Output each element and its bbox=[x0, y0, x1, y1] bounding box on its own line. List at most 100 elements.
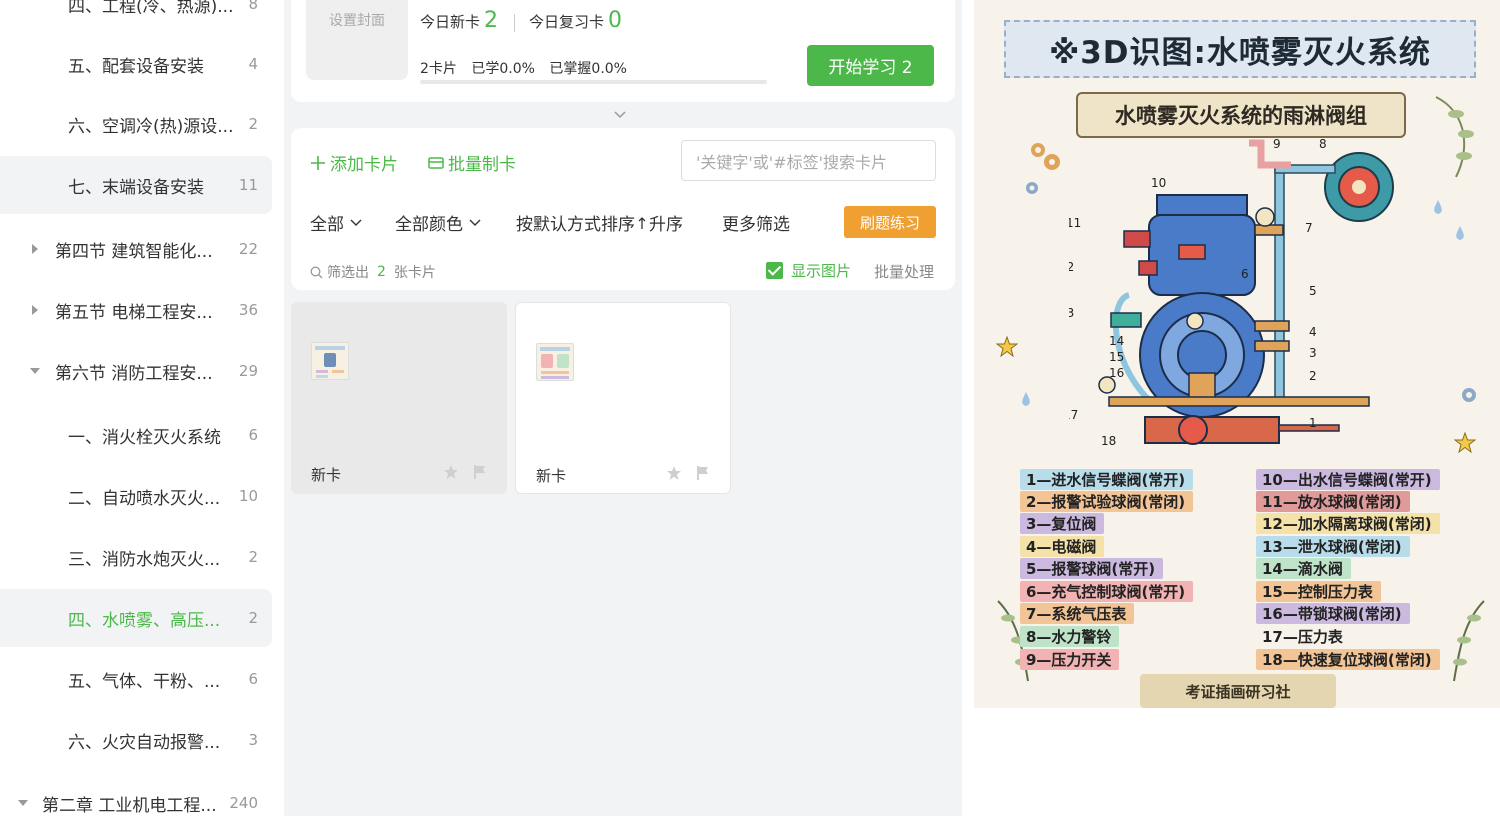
legend-item: 10—出水信号蝶阀(常开) bbox=[1256, 469, 1440, 490]
sidebar-item-section-5[interactable]: 第五节 电梯工程安... 36 bbox=[0, 281, 272, 339]
sidebar-item-count: 6 bbox=[248, 670, 258, 688]
sidebar-item-water-cannon[interactable]: 三、消防水炮灭火... 2 bbox=[0, 528, 272, 586]
card-search-input[interactable]: '关键字'或'#标签'搜索卡片 bbox=[681, 140, 936, 181]
card-image-preview[interactable]: ※3D识图:水喷雾灭火系统 水喷雾灭火系统的雨淋阀组 1 2 3 4 5 6 7… bbox=[974, 0, 1500, 708]
today-review-value: 0 bbox=[608, 8, 623, 33]
legend-item: 8—水力警铃 bbox=[1020, 626, 1120, 647]
legend-item: 9—压力开关 bbox=[1020, 649, 1120, 670]
callout-number: 16 bbox=[1109, 366, 1124, 380]
chevron-down-icon bbox=[469, 219, 481, 226]
deluge-valve-illustration: 1 2 3 4 5 6 7 8 9 10 11 12 13 14 15 16 1… bbox=[1069, 137, 1394, 448]
legend-item: 17—压力表 bbox=[1256, 626, 1351, 647]
flag-icon[interactable] bbox=[696, 465, 710, 481]
gear-icon bbox=[1026, 182, 1038, 194]
today-review-stat: 今日复习卡 0 bbox=[529, 8, 622, 33]
callout-number: 7 bbox=[1305, 221, 1313, 235]
learned-percent: 已学0.0% bbox=[471, 61, 535, 77]
show-images-checkbox[interactable] bbox=[766, 262, 783, 279]
legend-item: 13—泄水球阀(常闭) bbox=[1256, 536, 1410, 557]
sidebar-item-count: 240 bbox=[229, 794, 258, 812]
callout-number: 18 bbox=[1101, 434, 1116, 448]
collapse-caret-icon[interactable] bbox=[18, 800, 28, 806]
today-new-value: 2 bbox=[484, 8, 499, 33]
sidebar-item-label: 七、末端设备安装 bbox=[68, 177, 204, 198]
flash-card[interactable]: 新卡 bbox=[291, 302, 507, 494]
batch-process-button[interactable]: 批量处理 bbox=[874, 261, 934, 282]
callout-number: 10 bbox=[1151, 176, 1166, 190]
batch-make-button[interactable]: 批量制卡 bbox=[428, 150, 516, 175]
sidebar-item-gas-powder[interactable]: 五、气体、干粉、... 6 bbox=[0, 650, 272, 708]
filter-color-dropdown[interactable]: 全部颜色 bbox=[395, 210, 481, 235]
legend-item: 14—滴水阀 bbox=[1256, 558, 1351, 579]
sidebar-item-count: 36 bbox=[238, 301, 258, 319]
sort-option[interactable]: 按默认方式排序 升序 bbox=[516, 210, 683, 235]
card-actions bbox=[666, 465, 710, 481]
legend-item: 16—带锁球阀(常闭) bbox=[1256, 603, 1410, 624]
card-thumbnail bbox=[311, 342, 349, 380]
sidebar-item-count: 10 bbox=[238, 487, 258, 505]
leaf-vine-icon bbox=[1453, 600, 1485, 682]
chevron-down-icon[interactable] bbox=[614, 109, 626, 121]
today-new-stat: 今日新卡 2 bbox=[420, 8, 498, 33]
sort-order-label: 升序 bbox=[649, 215, 683, 235]
sidebar-item-label: 第六节 消防工程安... bbox=[55, 363, 213, 384]
legend-item: 3—复位阀 bbox=[1020, 513, 1105, 534]
expand-caret-icon[interactable] bbox=[32, 244, 38, 254]
start-study-button[interactable]: 开始学习 2 bbox=[807, 45, 934, 86]
sidebar-item-hydrant[interactable]: 一、消火栓灭火系统 6 bbox=[0, 406, 272, 464]
filter-all-dropdown[interactable]: 全部 bbox=[310, 210, 362, 235]
card-actions bbox=[443, 464, 487, 480]
batch-make-label: 批量制卡 bbox=[448, 155, 516, 175]
callout-number: 2 bbox=[1309, 369, 1317, 383]
card-stack-icon bbox=[428, 156, 444, 169]
sidebar-item-label: 六、空调冷(热)源设... bbox=[68, 116, 234, 137]
sort-ascending-icon bbox=[638, 216, 646, 229]
sidebar-item-supporting-equipment[interactable]: 五、配套设备安装 4 bbox=[0, 35, 272, 93]
sidebar-item-count: 2 bbox=[248, 609, 258, 627]
star-icon[interactable] bbox=[443, 464, 459, 480]
water-drop-icon bbox=[1022, 392, 1030, 406]
today-new-label: 今日新卡 bbox=[420, 13, 481, 31]
stat-divider bbox=[514, 14, 515, 32]
card-title: 新卡 bbox=[536, 467, 567, 485]
callout-number: 3 bbox=[1309, 346, 1317, 360]
sidebar-item-sprinkler[interactable]: 二、自动喷水灭火... 10 bbox=[0, 467, 272, 525]
card-count: 2卡片 bbox=[420, 61, 457, 77]
flash-card[interactable]: 新卡 bbox=[515, 302, 731, 494]
expand-caret-icon[interactable] bbox=[32, 305, 38, 315]
sidebar-item-water-mist[interactable]: 四、水喷雾、高压... 2 bbox=[0, 589, 272, 647]
sidebar-item-label: 五、配套设备安装 bbox=[68, 56, 204, 77]
sidebar-item-terminal-equipment[interactable]: 七、末端设备安装 11 bbox=[0, 156, 272, 214]
chevron-down-icon bbox=[350, 219, 362, 226]
sidebar-item-heat-source[interactable]: 四、工程(冷、热源)... 8 bbox=[0, 0, 272, 33]
filter-result-prefix: 筛选出 bbox=[327, 265, 369, 281]
card-panel: 设置封面 今日新卡 2 今日复习卡 0 2卡片 已学0.0% 已掌握0.0% 开… bbox=[284, 0, 962, 816]
more-filters-button[interactable]: 更多筛选 bbox=[722, 210, 790, 235]
add-card-button[interactable]: 添加卡片 bbox=[310, 150, 398, 175]
legend-item: 15—控制压力表 bbox=[1256, 581, 1381, 602]
show-images-toggle[interactable]: 显示图片 bbox=[766, 260, 851, 281]
callout-number: 14 bbox=[1109, 334, 1124, 348]
card-preview-panel: ※3D识图:水喷雾灭火系统 水喷雾灭火系统的雨淋阀组 1 2 3 4 5 6 7… bbox=[962, 0, 1500, 816]
sidebar-item-label: 五、气体、干粉、... bbox=[68, 671, 221, 692]
collapse-caret-icon[interactable] bbox=[30, 368, 40, 374]
practice-button[interactable]: 刷题练习 bbox=[844, 206, 936, 238]
set-cover-button[interactable]: 设置封面 bbox=[306, 0, 408, 80]
legend-item: 5—报警球阀(常开) bbox=[1020, 558, 1164, 579]
callout-number: 9 bbox=[1273, 137, 1281, 151]
sidebar-item-count: 8 bbox=[248, 0, 258, 13]
sidebar-item-fire-alarm[interactable]: 六、火灾自动报警... 3 bbox=[0, 711, 272, 769]
sidebar-item-ac-source[interactable]: 六、空调冷(热)源设... 2 bbox=[0, 95, 272, 153]
star-icon bbox=[1454, 432, 1476, 454]
filter-result-count: 2 bbox=[377, 264, 386, 280]
star-icon[interactable] bbox=[666, 465, 682, 481]
sidebar-item-section-6[interactable]: 第六节 消防工程安... 29 bbox=[0, 342, 272, 400]
sidebar-item-section-4[interactable]: 第四节 建筑智能化... 22 bbox=[0, 220, 272, 278]
progress-summary: 2卡片 已学0.0% 已掌握0.0% bbox=[420, 58, 637, 78]
flag-icon[interactable] bbox=[473, 464, 487, 480]
gear-icon bbox=[1462, 388, 1476, 402]
filter-all-label: 全部 bbox=[310, 215, 344, 235]
sidebar-item-chapter-2[interactable]: 第二章 工业机电工程... 240 bbox=[0, 774, 272, 816]
search-icon bbox=[310, 266, 323, 278]
filter-color-label: 全部颜色 bbox=[395, 215, 463, 235]
